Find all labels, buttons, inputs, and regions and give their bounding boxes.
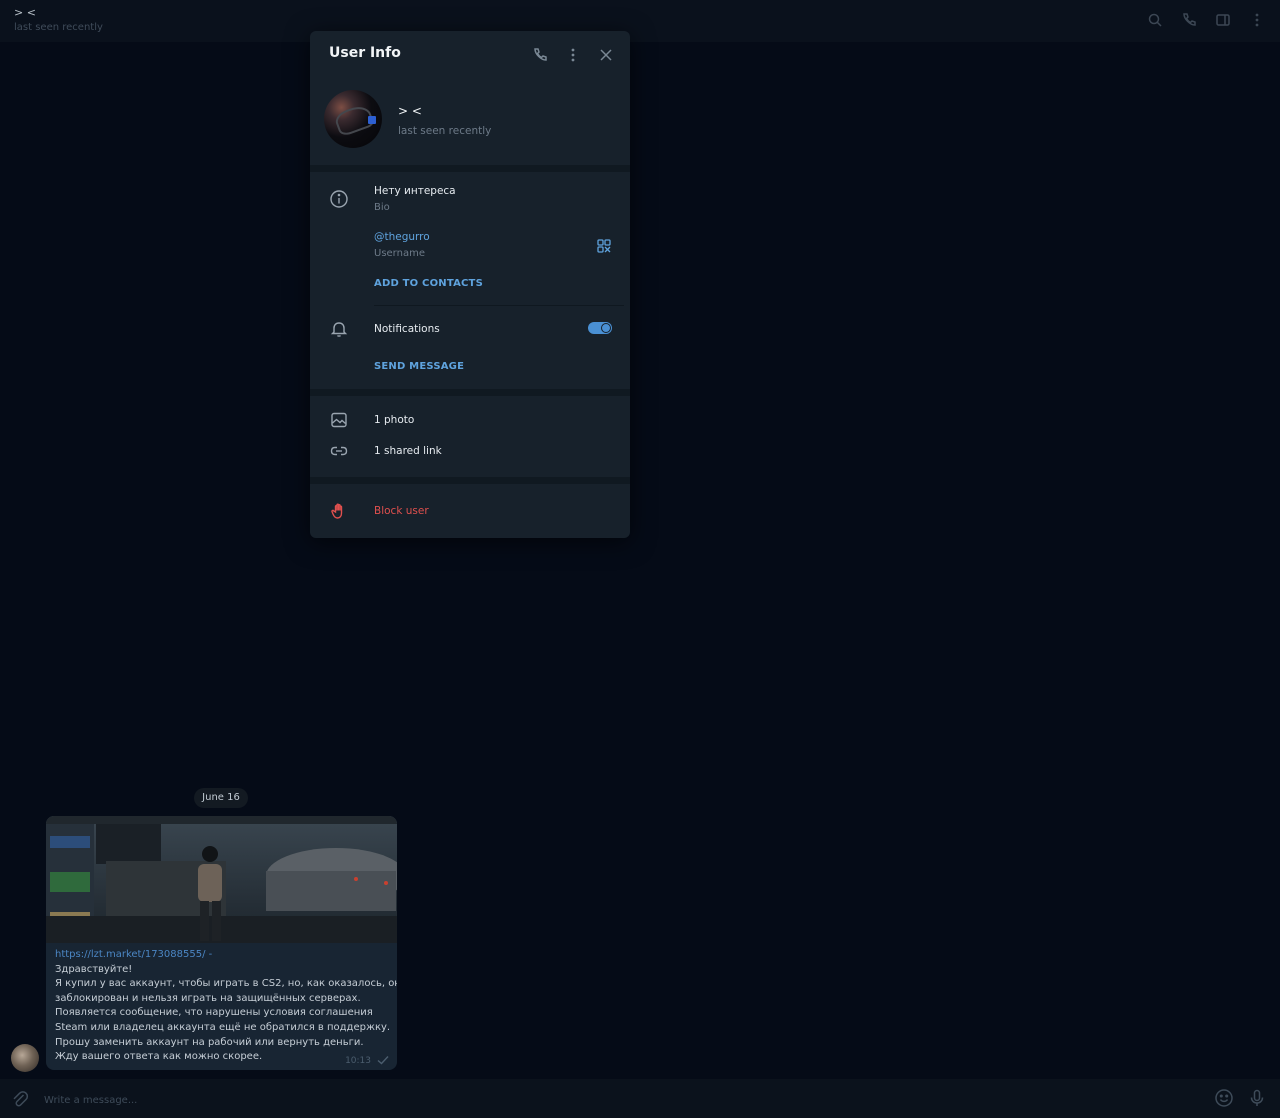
add-to-contacts-button[interactable]: ADD TO CONTACTS xyxy=(374,278,483,289)
microphone-icon[interactable] xyxy=(1247,1088,1267,1108)
call-button[interactable] xyxy=(529,44,550,65)
message-line: Steam или владелец аккаунта ещё не обрат… xyxy=(55,1021,391,1033)
message-time: 10:13 xyxy=(345,1056,371,1066)
photos-item[interactable]: 1 photo xyxy=(374,414,414,426)
info-icon xyxy=(328,188,350,210)
phone-icon[interactable] xyxy=(1180,11,1198,29)
message-bubble[interactable]: https://lzt.market/173088555/ - Здравств… xyxy=(46,816,397,1070)
message-line: Появляется сообщение, что нарушены услов… xyxy=(55,1007,373,1019)
message-line: Я купил у вас аккаунт, чтобы играть в CS… xyxy=(55,978,397,990)
user-info-header: User Info xyxy=(310,31,630,79)
section-separator xyxy=(310,477,630,484)
username-label: Username xyxy=(374,248,425,259)
message-line: заблокирован и нельзя играть на защищённ… xyxy=(55,992,361,1004)
avatar[interactable] xyxy=(324,90,382,148)
section-separator xyxy=(310,165,630,172)
profile-status: last seen recently xyxy=(398,125,492,137)
message-line: Жду вашего ответа как можно скорее. xyxy=(55,1051,263,1063)
check-icon xyxy=(377,1056,389,1065)
profile-name: > < xyxy=(398,104,422,118)
message-text: https://lzt.market/173088555/ - Здравств… xyxy=(55,948,397,1065)
more-icon[interactable] xyxy=(1248,11,1266,29)
panel-actions xyxy=(529,44,616,65)
message-input[interactable] xyxy=(42,1089,1196,1111)
block-hand-icon xyxy=(328,500,350,522)
search-icon[interactable] xyxy=(1146,11,1164,29)
emoji-icon[interactable] xyxy=(1214,1088,1234,1108)
chat-header[interactable]: > < last seen recently xyxy=(0,0,1280,42)
message-line: Здравствуйте! xyxy=(55,963,133,975)
chat-title[interactable]: > < xyxy=(14,6,36,19)
attach-icon[interactable] xyxy=(10,1089,30,1109)
sender-avatar[interactable] xyxy=(11,1044,39,1072)
notifications-toggle[interactable] xyxy=(588,322,612,334)
panel-title: User Info xyxy=(329,45,401,61)
link-icon xyxy=(328,440,350,462)
message-line: Прошу заменить аккаунт на рабочий или ве… xyxy=(55,1036,364,1048)
close-icon xyxy=(599,48,612,61)
phone-icon xyxy=(533,47,547,61)
message-link[interactable]: https://lzt.market/173088555/ - xyxy=(55,948,390,963)
more-icon xyxy=(571,48,574,61)
user-info-panel: User Info > < last seen recently Нету ин… xyxy=(310,31,630,538)
shared-links-item[interactable]: 1 shared link xyxy=(374,445,442,457)
chat-status: last seen recently xyxy=(14,22,103,33)
username-link[interactable]: @thegurro xyxy=(374,231,430,243)
date-chip: June 16 xyxy=(194,788,248,808)
section-separator xyxy=(310,389,630,396)
more-button[interactable] xyxy=(562,44,583,65)
message-photo[interactable] xyxy=(46,816,397,943)
message-composer xyxy=(0,1079,1280,1118)
send-message-button[interactable]: SEND MESSAGE xyxy=(374,361,464,372)
bell-icon xyxy=(328,318,350,340)
profile-summary: > < last seen recently xyxy=(310,89,630,165)
block-user-button[interactable]: Block user xyxy=(374,505,429,517)
header-actions xyxy=(1146,11,1266,29)
divider xyxy=(374,305,624,306)
qr-code-icon[interactable] xyxy=(593,235,615,257)
bio-value: Нету интереса xyxy=(374,185,456,197)
close-button[interactable] xyxy=(595,44,616,65)
bio-label: Bio xyxy=(374,202,390,213)
sidebar-icon[interactable] xyxy=(1214,11,1232,29)
photo-icon xyxy=(328,409,350,431)
toggle-knob xyxy=(601,323,611,333)
notifications-label: Notifications xyxy=(374,323,440,335)
